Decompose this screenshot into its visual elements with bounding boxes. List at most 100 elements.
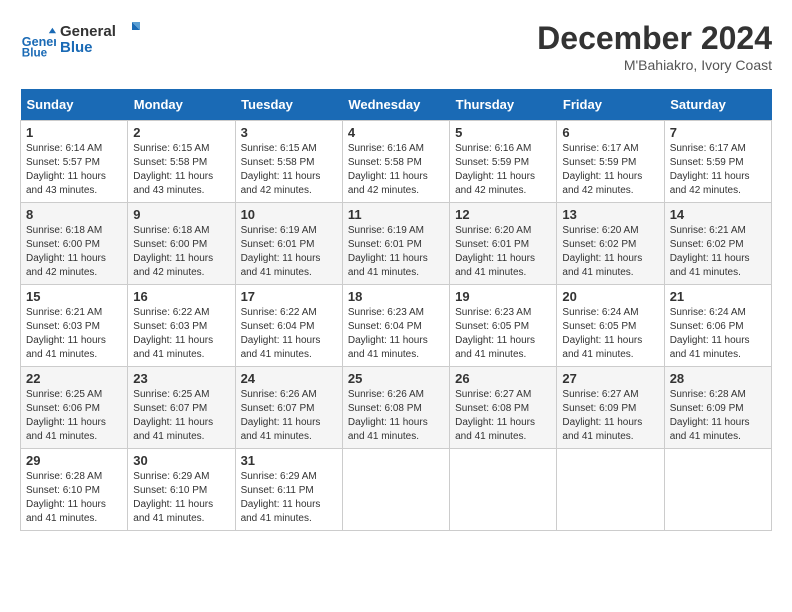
day-number: 29	[26, 453, 122, 468]
day-info: Sunrise: 6:16 AM Sunset: 5:59 PM Dayligh…	[455, 142, 551, 198]
calendar-cell: 10Sunrise: 6:19 AM Sunset: 6:01 PM Dayli…	[235, 203, 342, 285]
day-number: 27	[562, 371, 658, 386]
logo-svg: General Blue	[60, 20, 140, 62]
day-info: Sunrise: 6:27 AM Sunset: 6:09 PM Dayligh…	[562, 388, 658, 444]
svg-text:Blue: Blue	[22, 46, 48, 59]
calendar-cell: 9Sunrise: 6:18 AM Sunset: 6:00 PM Daylig…	[128, 203, 235, 285]
calendar-cell: 14 Sunrise: 6:21 AM Sunset: 6:02 PM Dayli…	[664, 203, 771, 285]
day-info: Sunrise: 6:28 AM Sunset: 6:09 PM Dayligh…	[670, 388, 766, 444]
location: M'Bahiakro, Ivory Coast	[537, 57, 772, 73]
day-number: 11	[348, 207, 444, 222]
day-info: Sunrise: 6:26 AM Sunset: 6:07 PM Dayligh…	[241, 388, 337, 444]
svg-text:General: General	[60, 23, 116, 40]
calendar-cell: 8 Sunrise: 6:18 AM Sunset: 6:00 PM Daylig…	[21, 203, 128, 285]
day-info: Sunrise: 6:17 AM Sunset: 5:59 PM Dayligh…	[670, 142, 766, 198]
day-number: 26	[455, 371, 551, 386]
day-info: Sunrise: 6:18 AM Sunset: 6:00 PM Dayligh…	[133, 224, 229, 280]
day-number: 31	[241, 453, 337, 468]
calendar-cell: 20Sunrise: 6:24 AM Sunset: 6:05 PM Dayli…	[557, 285, 664, 367]
calendar-cell: 7Sunrise: 6:17 AM Sunset: 5:59 PM Daylig…	[664, 121, 771, 203]
calendar-cell: 30 Sunrise: 6:29 AM Sunset: 6:10 PM Dayli…	[128, 449, 235, 531]
calendar-week-row: 15 Sunrise: 6:21 AM Sunset: 6:03 PM Dayli…	[21, 285, 772, 367]
calendar-cell: 3 Sunrise: 6:15 AM Sunset: 5:58 PM Daylig…	[235, 121, 342, 203]
day-info: Sunrise: 6:19 AM Sunset: 6:01 PM Dayligh…	[241, 224, 337, 280]
day-number: 23	[133, 371, 229, 386]
day-number: 16	[133, 289, 229, 304]
calendar-week-row: 29 Sunrise: 6:28 AM Sunset: 6:10 PM Dayli…	[21, 449, 772, 531]
day-info: Sunrise: 6:20 AM Sunset: 6:02 PM Dayligh…	[562, 224, 658, 280]
calendar-cell: 27 Sunrise: 6:27 AM Sunset: 6:09 PM Dayli…	[557, 367, 664, 449]
calendar-cell: 15 Sunrise: 6:21 AM Sunset: 6:03 PM Dayli…	[21, 285, 128, 367]
weekday-header: Sunday	[21, 89, 128, 121]
weekday-header-row: SundayMondayTuesdayWednesdayThursdayFrid…	[21, 89, 772, 121]
day-info: Sunrise: 6:22 AM Sunset: 6:03 PM Dayligh…	[133, 306, 229, 362]
day-info: Sunrise: 6:16 AM Sunset: 5:58 PM Dayligh…	[348, 142, 444, 198]
calendar-cell: 13 Sunrise: 6:20 AM Sunset: 6:02 PM Dayli…	[557, 203, 664, 285]
day-info: Sunrise: 6:23 AM Sunset: 6:04 PM Dayligh…	[348, 306, 444, 362]
day-number: 13	[562, 207, 658, 222]
calendar-week-row: 22Sunrise: 6:25 AM Sunset: 6:06 PM Dayli…	[21, 367, 772, 449]
calendar-cell: 1Sunrise: 6:14 AM Sunset: 5:57 PM Daylig…	[21, 121, 128, 203]
logo-icon: General Blue	[20, 26, 56, 62]
day-info: Sunrise: 6:27 AM Sunset: 6:08 PM Dayligh…	[455, 388, 551, 444]
title-block: December 2024 M'Bahiakro, Ivory Coast	[537, 20, 772, 73]
day-info: Sunrise: 6:20 AM Sunset: 6:01 PM Dayligh…	[455, 224, 551, 280]
day-number: 12	[455, 207, 551, 222]
calendar-cell: 22Sunrise: 6:25 AM Sunset: 6:06 PM Dayli…	[21, 367, 128, 449]
day-info: Sunrise: 6:23 AM Sunset: 6:05 PM Dayligh…	[455, 306, 551, 362]
day-number: 1	[26, 125, 122, 140]
page-header: General Blue General Blue December 2024 …	[20, 20, 772, 73]
weekday-header: Saturday	[664, 89, 771, 121]
calendar-cell: 2 Sunrise: 6:15 AM Sunset: 5:58 PM Daylig…	[128, 121, 235, 203]
day-info: Sunrise: 6:19 AM Sunset: 6:01 PM Dayligh…	[348, 224, 444, 280]
weekday-header: Monday	[128, 89, 235, 121]
calendar-cell	[450, 449, 557, 531]
day-number: 18	[348, 289, 444, 304]
day-info: Sunrise: 6:15 AM Sunset: 5:58 PM Dayligh…	[241, 142, 337, 198]
day-number: 4	[348, 125, 444, 140]
calendar-cell: 11 Sunrise: 6:19 AM Sunset: 6:01 PM Dayli…	[342, 203, 449, 285]
calendar-cell: 25Sunrise: 6:26 AM Sunset: 6:08 PM Dayli…	[342, 367, 449, 449]
day-number: 3	[241, 125, 337, 140]
calendar-table: SundayMondayTuesdayWednesdayThursdayFrid…	[20, 89, 772, 531]
day-number: 25	[348, 371, 444, 386]
weekday-header: Tuesday	[235, 89, 342, 121]
calendar-cell: 6 Sunrise: 6:17 AM Sunset: 5:59 PM Daylig…	[557, 121, 664, 203]
day-number: 14	[670, 207, 766, 222]
weekday-header: Thursday	[450, 89, 557, 121]
day-number: 2	[133, 125, 229, 140]
calendar-cell: 4 Sunrise: 6:16 AM Sunset: 5:58 PM Daylig…	[342, 121, 449, 203]
day-number: 5	[455, 125, 551, 140]
day-number: 17	[241, 289, 337, 304]
weekday-header: Wednesday	[342, 89, 449, 121]
day-number: 6	[562, 125, 658, 140]
day-info: Sunrise: 6:29 AM Sunset: 6:10 PM Dayligh…	[133, 470, 229, 526]
weekday-header: Friday	[557, 89, 664, 121]
logo: General Blue General Blue	[20, 20, 140, 67]
calendar-cell	[342, 449, 449, 531]
day-number: 21	[670, 289, 766, 304]
day-info: Sunrise: 6:29 AM Sunset: 6:11 PM Dayligh…	[241, 470, 337, 526]
day-number: 15	[26, 289, 122, 304]
day-info: Sunrise: 6:21 AM Sunset: 6:02 PM Dayligh…	[670, 224, 766, 280]
day-number: 30	[133, 453, 229, 468]
calendar-cell: 31 Sunrise: 6:29 AM Sunset: 6:11 PM Dayli…	[235, 449, 342, 531]
day-number: 28	[670, 371, 766, 386]
day-info: Sunrise: 6:25 AM Sunset: 6:07 PM Dayligh…	[133, 388, 229, 444]
day-info: Sunrise: 6:21 AM Sunset: 6:03 PM Dayligh…	[26, 306, 122, 362]
day-number: 8	[26, 207, 122, 222]
day-info: Sunrise: 6:15 AM Sunset: 5:58 PM Dayligh…	[133, 142, 229, 198]
day-info: Sunrise: 6:18 AM Sunset: 6:00 PM Dayligh…	[26, 224, 122, 280]
calendar-cell: 17Sunrise: 6:22 AM Sunset: 6:04 PM Dayli…	[235, 285, 342, 367]
calendar-cell: 18 Sunrise: 6:23 AM Sunset: 6:04 PM Dayli…	[342, 285, 449, 367]
day-info: Sunrise: 6:28 AM Sunset: 6:10 PM Dayligh…	[26, 470, 122, 526]
day-info: Sunrise: 6:25 AM Sunset: 6:06 PM Dayligh…	[26, 388, 122, 444]
calendar-cell: 21Sunrise: 6:24 AM Sunset: 6:06 PM Dayli…	[664, 285, 771, 367]
calendar-week-row: 1Sunrise: 6:14 AM Sunset: 5:57 PM Daylig…	[21, 121, 772, 203]
day-info: Sunrise: 6:24 AM Sunset: 6:05 PM Dayligh…	[562, 306, 658, 362]
calendar-cell: 26 Sunrise: 6:27 AM Sunset: 6:08 PM Dayli…	[450, 367, 557, 449]
calendar-cell	[557, 449, 664, 531]
day-info: Sunrise: 6:17 AM Sunset: 5:59 PM Dayligh…	[562, 142, 658, 198]
calendar-cell: 29 Sunrise: 6:28 AM Sunset: 6:10 PM Dayli…	[21, 449, 128, 531]
day-number: 19	[455, 289, 551, 304]
